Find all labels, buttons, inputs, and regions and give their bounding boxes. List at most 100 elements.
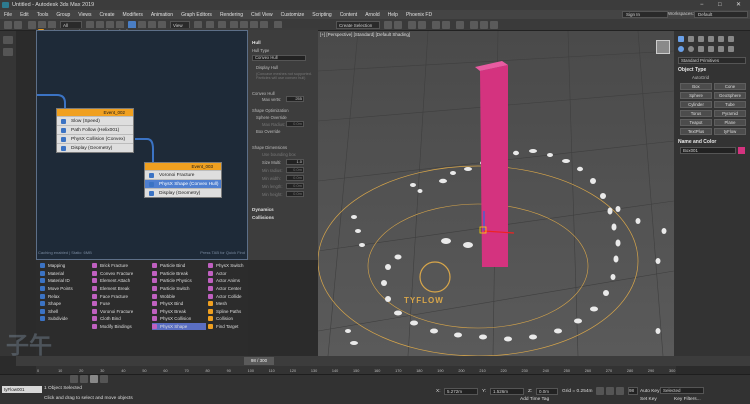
max-verts-field[interactable]: 255 [286, 96, 304, 102]
primitives-dropdown[interactable]: Standard Primitives [678, 57, 746, 64]
min-radius-field[interactable]: 0.0m [286, 167, 304, 173]
add-time-tag[interactable]: Add Time Tag [520, 397, 549, 402]
object-name-field[interactable]: Box001 [680, 147, 736, 154]
link-icon[interactable] [28, 21, 36, 29]
op-physx-break[interactable]: PhysX Break [152, 308, 206, 316]
current-frame-field[interactable]: 98 [628, 387, 638, 395]
op-particle-physics[interactable]: Particle Physics [152, 277, 206, 285]
op-voronoi-fracture[interactable]: Voronoi Fracture [145, 170, 221, 179]
object-color-swatch[interactable] [738, 147, 745, 154]
workspace-dropdown[interactable]: Default [694, 11, 748, 18]
teapot-button[interactable]: Teapot [680, 119, 712, 126]
auto-key-button[interactable]: Auto Key [640, 389, 659, 394]
motion-tab-icon[interactable] [708, 36, 714, 42]
sign-in-button[interactable]: Sign In [622, 11, 668, 18]
menu-create[interactable]: Create [96, 12, 119, 18]
tyflow-button[interactable]: tyFlow [714, 128, 746, 135]
op-particle-break[interactable]: Particle Break [152, 270, 206, 278]
maximize-button[interactable]: □ [718, 0, 722, 10]
key-mode-icon[interactable] [70, 375, 78, 383]
max-radius-field[interactable]: 0.0m [286, 121, 304, 127]
modify-tab-icon[interactable] [688, 36, 694, 42]
layer-explorer-icon[interactable] [408, 21, 416, 29]
op-spline-paths[interactable]: Spline Paths [208, 308, 248, 316]
cameras-icon[interactable] [708, 46, 714, 52]
op-fuse[interactable]: Fuse [92, 300, 150, 308]
op-mesh[interactable]: Mesh [208, 300, 248, 308]
op-element-break[interactable]: Element Break [92, 285, 150, 293]
menu-animation[interactable]: Animation [147, 12, 177, 18]
op-physx-switch[interactable]: PhysX Switch [208, 262, 248, 270]
perspective-viewport[interactable] [318, 31, 674, 356]
op-material-id[interactable]: Material ID [40, 277, 92, 285]
min-width-field[interactable]: 0.0m [286, 175, 304, 181]
op-actor-collide[interactable]: Actor Collide [208, 292, 248, 300]
menu-content[interactable]: Content [336, 12, 362, 18]
set-key-button[interactable]: Set Key [640, 397, 657, 402]
menu-rendering[interactable]: Rendering [216, 12, 247, 18]
menu-views[interactable]: Views [74, 12, 95, 18]
rendered-frame-window-icon[interactable] [480, 21, 488, 29]
helpers-icon[interactable] [718, 46, 724, 52]
op-slow-speed[interactable]: Slow (Speed) [57, 116, 133, 125]
prev-frame-icon[interactable] [596, 387, 604, 395]
op-actor-anims[interactable]: Actor Anims [208, 277, 248, 285]
time-slider-track[interactable] [16, 356, 750, 366]
menu-modifiers[interactable]: Modifiers [119, 12, 147, 18]
render-production-icon[interactable] [490, 21, 498, 29]
use-bounding-checkbox[interactable]: Use bounding box [262, 152, 296, 157]
op-actor-center[interactable]: Actor Center [208, 285, 248, 293]
menu-scripting[interactable]: Scripting [308, 12, 335, 18]
menu-phoenix-fd[interactable]: Phoenix FD [402, 12, 436, 18]
display-hull-checkbox[interactable]: Display Hull [256, 65, 278, 70]
cone-button[interactable]: Cone [714, 83, 746, 90]
time-slider[interactable]: 98 / 300 [244, 357, 274, 365]
lights-icon[interactable] [698, 46, 704, 52]
op-actor[interactable]: Actor [208, 270, 248, 278]
x-coordinate-field[interactable]: 5.272m [444, 388, 478, 395]
key-set-dropdown[interactable]: Selected [660, 387, 704, 394]
sphere-button[interactable]: Sphere [680, 92, 712, 99]
op-physx-collision-item[interactable]: PhysX Collision [152, 315, 206, 323]
scene-explorer-icon[interactable] [3, 36, 13, 44]
key-filters-button[interactable]: Key Filters... [674, 397, 701, 402]
textplus-button[interactable]: TextPlus [680, 128, 712, 135]
menu-arnold[interactable]: Arnold [361, 12, 383, 18]
event-002-node[interactable]: Event_002 Slow (Speed) Path Follow (Heli… [56, 108, 134, 153]
op-wobble[interactable]: Wobble [152, 292, 206, 300]
op-element-attach[interactable]: Element Attach [92, 277, 150, 285]
y-coordinate-field[interactable]: 1.526m [490, 388, 524, 395]
op-subdivide[interactable]: Subdivide [40, 315, 92, 323]
hierarchy-tab-icon[interactable] [698, 36, 704, 42]
op-relax[interactable]: Relax [40, 292, 92, 300]
create-tab-icon[interactable] [678, 36, 684, 42]
undo-icon[interactable] [4, 21, 12, 29]
op-shape[interactable]: Shape [40, 300, 92, 308]
min-height-field[interactable]: 0.0m [286, 191, 304, 197]
toggle-ribbon-icon[interactable] [418, 21, 426, 29]
op-particle-bind[interactable]: Particle Bind [152, 262, 206, 270]
box-override-checkbox[interactable]: Box Override [256, 129, 280, 134]
box-button[interactable]: Box [680, 83, 712, 90]
op-material[interactable]: Material [40, 270, 92, 278]
redo-icon[interactable] [14, 21, 22, 29]
render-setup-icon[interactable] [470, 21, 478, 29]
op-brick-fracture[interactable]: Brick Fracture [92, 262, 150, 270]
event-003-header[interactable]: Event_003 [145, 163, 221, 170]
menu-group[interactable]: Group [52, 12, 74, 18]
op-display-geometry[interactable]: Display (Geometry) [57, 143, 133, 152]
torus-button[interactable]: Torus [680, 110, 712, 117]
op-find-target[interactable]: Find Target [208, 323, 248, 331]
menu-customize[interactable]: Customize [277, 12, 309, 18]
layer-icon[interactable] [3, 48, 13, 56]
cylinder-button[interactable]: Cylinder [680, 101, 712, 108]
size-mult-field[interactable]: 1.0 [286, 159, 304, 165]
event-003-node[interactable]: Event_003 Voronoi Fracture PhysX Shape (… [144, 162, 222, 198]
op-modify-bindings[interactable]: Modify Bindings [92, 323, 150, 331]
op-display-geometry-2[interactable]: Display (Geometry) [145, 188, 221, 197]
curve-editor-icon[interactable] [432, 21, 440, 29]
collisions-rollout[interactable]: Collisions [252, 215, 274, 220]
min-length-field[interactable]: 0.0m [286, 183, 304, 189]
utilities-tab-icon[interactable] [728, 36, 734, 42]
play-animation-icon[interactable] [606, 387, 614, 395]
